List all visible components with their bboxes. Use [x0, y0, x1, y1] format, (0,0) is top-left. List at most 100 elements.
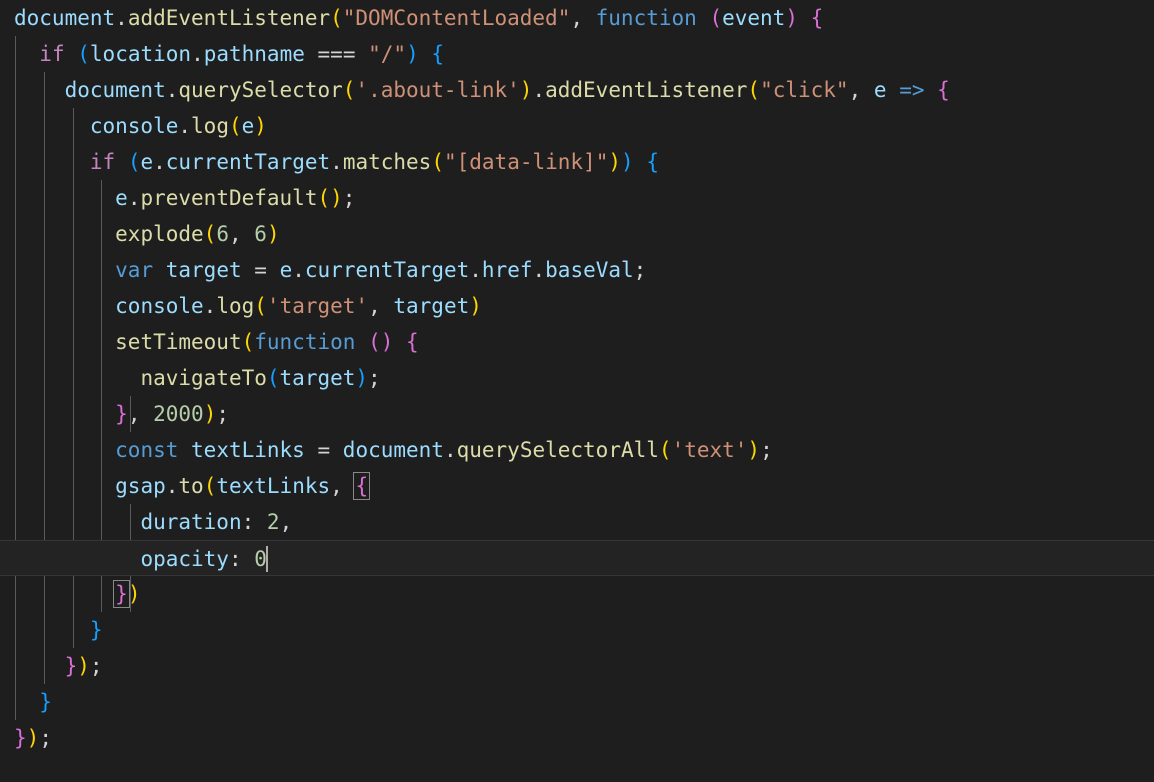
code-line-13[interactable]: const textLinks = document.querySelector… [0, 432, 1154, 468]
token-5-5: . [153, 150, 166, 174]
code-line-21[interactable]: }); [0, 720, 1154, 756]
code-line-12[interactable]: }, 2000); [0, 396, 1154, 432]
token-19-1: } [64, 654, 78, 678]
token-13-12: ) [747, 438, 761, 462]
token-3-3: querySelector [178, 78, 343, 102]
token-3-11: , [848, 78, 874, 102]
token-10-4 [355, 330, 368, 354]
token-8-8: . [292, 258, 305, 282]
token-7-2: ( [203, 222, 217, 246]
token-7-0 [14, 222, 115, 246]
token-8-11: href [481, 258, 533, 282]
token-5-9: ( [431, 150, 444, 174]
code-line-10[interactable]: setTimeout(function () { [0, 324, 1154, 360]
code-line-6[interactable]: e.preventDefault(); [0, 180, 1154, 216]
token-21-1: ) [26, 726, 40, 750]
token-9-4: ( [254, 294, 267, 318]
token-21-0: } [14, 726, 27, 750]
token-9-2: . [203, 294, 217, 318]
code-lines-container[interactable]: document. addEventListener ( "DOMContentLoa… [0, 0, 1154, 756]
code-line-17[interactable]: }) [0, 576, 1154, 612]
token-5-3: ( [127, 150, 141, 174]
token-17-1: } [113, 580, 130, 608]
token-1-2: addEventListener [127, 6, 331, 30]
code-line-2[interactable]: if (location.pathname === "/") { [0, 36, 1154, 72]
token-6-4: ( [317, 186, 331, 210]
token-8-7: e [279, 258, 293, 282]
code-line-20[interactable]: } [0, 684, 1154, 720]
token-1-0: document [14, 6, 116, 30]
token-8-3: target [165, 258, 242, 282]
token-13-8: . [443, 438, 457, 462]
token-3-0 [14, 78, 65, 102]
token-1-7 [697, 6, 710, 30]
token-21-2: ; [39, 726, 52, 750]
token-20-0 [14, 690, 39, 714]
token-8-10: . [469, 258, 482, 282]
token-13-9: querySelectorAll [456, 438, 659, 462]
token-13-1: const [115, 438, 179, 462]
token-6-5: ) [330, 186, 343, 210]
code-line-14[interactable]: gsap.to(textLinks, { [0, 468, 1154, 504]
token-9-3: log [216, 294, 255, 318]
token-2-3: ( [77, 42, 90, 66]
token-4-6: ) [254, 114, 267, 138]
token-4-1: console [89, 114, 179, 138]
code-line-15[interactable]: duration: 2, [0, 504, 1154, 540]
token-15-2: : [241, 510, 255, 534]
token-14-0 [14, 474, 115, 498]
token-3-4: ( [342, 78, 356, 102]
token-19-3: ; [89, 654, 103, 678]
token-8-14: ; [633, 258, 647, 282]
token-14-3: to [178, 474, 204, 498]
token-10-8: { [406, 330, 419, 354]
code-line-11[interactable]: navigateTo(target); [0, 360, 1154, 396]
token-3-13 [887, 78, 900, 102]
token-3-5: '.about-link' [355, 78, 520, 102]
token-11-3: target [279, 366, 356, 390]
code-line-16[interactable]: opacity: 0 [0, 540, 1154, 576]
token-4-3: log [191, 114, 229, 138]
token-14-7: { [353, 472, 371, 500]
token-10-3: function [254, 330, 356, 354]
token-15-4: 2 [266, 510, 280, 534]
code-line-19[interactable]: }); [0, 648, 1154, 684]
token-5-1: if [89, 150, 116, 174]
token-2-6: pathname [203, 42, 305, 66]
code-line-1[interactable]: document.addEventListener("DOMContentLoa… [0, 0, 1154, 36]
token-8-9: currentTarget [304, 258, 470, 282]
token-1-4: "DOMContentLoaded" [342, 6, 571, 30]
token-10-0 [14, 330, 115, 354]
token-19-2: ) [77, 654, 90, 678]
token-3-1: document [64, 78, 166, 102]
token-2-4: location [89, 42, 192, 66]
token-15-3 [254, 510, 267, 534]
token-1-10: ) [785, 6, 798, 30]
token-2-5: . [191, 42, 204, 66]
token-13-7: document [342, 438, 444, 462]
token-1-6: function [595, 6, 697, 30]
token-2-8: === [317, 42, 356, 66]
code-line-3[interactable]: document.querySelector('.about-link').ad… [0, 72, 1154, 108]
token-8-0 [14, 258, 115, 282]
token-7-1: explode [115, 222, 204, 246]
code-line-4[interactable]: console.log(e) [0, 108, 1154, 144]
token-12-2: , [127, 402, 154, 426]
code-line-8[interactable]: var target = e.currentTarget.href.baseVa… [0, 252, 1154, 288]
token-8-6 [267, 258, 280, 282]
token-3-2: . [165, 78, 179, 102]
code-line-18[interactable]: } [0, 612, 1154, 648]
token-2-11: ) [406, 42, 419, 66]
code-line-5[interactable]: if (e.currentTarget.matches("[data-link]… [0, 144, 1154, 180]
token-8-4 [242, 258, 255, 282]
token-6-0 [14, 186, 115, 210]
token-15-5: , [279, 510, 293, 534]
code-editor-pane[interactable]: document. addEventListener ( "DOMContentLoa… [0, 0, 1154, 782]
token-2-10: "/" [368, 42, 407, 66]
token-2-13: { [431, 42, 445, 66]
code-line-9[interactable]: console.log('target', target) [0, 288, 1154, 324]
code-line-7[interactable]: explode(6, 6) [0, 216, 1154, 252]
token-4-2: . [178, 114, 192, 138]
token-16-1: opacity [140, 547, 229, 571]
text-cursor [265, 546, 268, 572]
